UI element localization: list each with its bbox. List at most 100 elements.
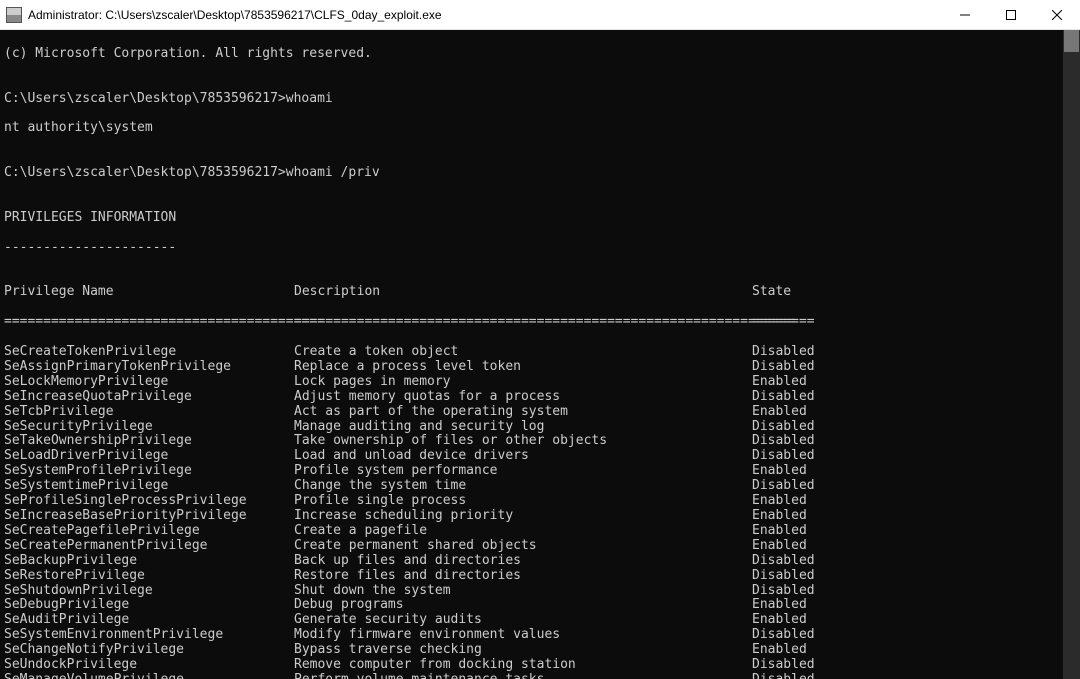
table-row: SeUndockPrivilegeRemove computer from do… bbox=[4, 658, 1059, 673]
table-row: SeSystemtimePrivilegeChange the system t… bbox=[4, 479, 1059, 494]
priv-desc: Create permanent shared objects bbox=[294, 539, 752, 554]
table-header: Privilege NameDescriptionState bbox=[4, 285, 1059, 300]
priv-desc: Load and unload device drivers bbox=[294, 449, 752, 464]
priv-desc: Back up files and directories bbox=[294, 554, 752, 569]
window-controls bbox=[942, 0, 1080, 29]
priv-state: Disabled bbox=[752, 449, 815, 464]
col-header-state: State bbox=[752, 285, 791, 300]
table-row: SeShutdownPrivilegeShut down the systemD… bbox=[4, 584, 1059, 599]
priv-desc: Restore files and directories bbox=[294, 569, 752, 584]
priv-state: Disabled bbox=[752, 390, 815, 405]
whoami-output: nt authority\system bbox=[4, 121, 1059, 136]
priv-desc: Remove computer from docking station bbox=[294, 658, 752, 673]
titlebar[interactable]: Administrator: C:\Users\zscaler\Desktop\… bbox=[0, 0, 1080, 30]
priv-state: Enabled bbox=[752, 524, 807, 539]
table-row: SeLockMemoryPrivilegeLock pages in memor… bbox=[4, 375, 1059, 390]
table-row: SeIncreaseBasePriorityPrivilegeIncrease … bbox=[4, 509, 1059, 524]
priv-name: SeChangeNotifyPrivilege bbox=[4, 643, 294, 658]
priv-state: Enabled bbox=[752, 613, 807, 628]
priv-desc: Take ownership of files or other objects bbox=[294, 434, 752, 449]
table-row: SeAssignPrimaryTokenPrivilegeReplace a p… bbox=[4, 360, 1059, 375]
priv-name: SeCreatePagefilePrivilege bbox=[4, 524, 294, 539]
priv-name: SeUndockPrivilege bbox=[4, 658, 294, 673]
priv-name: SeIncreaseQuotaPrivilege bbox=[4, 390, 294, 405]
priv-name: SeAssignPrimaryTokenPrivilege bbox=[4, 360, 294, 375]
table-row: SeDebugPrivilegeDebug programsEnabled bbox=[4, 598, 1059, 613]
table-row: SeProfileSingleProcessPrivilegeProfile s… bbox=[4, 494, 1059, 509]
priv-state: Disabled bbox=[752, 554, 815, 569]
table-separator: ========================================… bbox=[4, 315, 1059, 330]
priv-desc: Profile single process bbox=[294, 494, 752, 509]
priv-name: SeIncreaseBasePriorityPrivilege bbox=[4, 509, 294, 524]
priv-info-header: PRIVILEGES INFORMATION bbox=[4, 211, 1059, 226]
copyright-line: (c) Microsoft Corporation. All rights re… bbox=[4, 47, 1059, 62]
priv-desc: Modify firmware environment values bbox=[294, 628, 752, 643]
table-row: SeSystemEnvironmentPrivilegeModify firmw… bbox=[4, 628, 1059, 643]
priv-state: Enabled bbox=[752, 598, 807, 613]
priv-desc: Profile system performance bbox=[294, 464, 752, 479]
priv-state: Disabled bbox=[752, 360, 815, 375]
priv-state: Enabled bbox=[752, 539, 807, 554]
priv-state: Disabled bbox=[752, 673, 815, 679]
table-row: SeRestorePrivilegeRestore files and dire… bbox=[4, 569, 1059, 584]
priv-name: SeLockMemoryPrivilege bbox=[4, 375, 294, 390]
priv-name: SeSecurityPrivilege bbox=[4, 420, 294, 435]
table-row: SeCreateTokenPrivilegeCreate a token obj… bbox=[4, 345, 1059, 360]
priv-state: Disabled bbox=[752, 434, 815, 449]
priv-desc: Increase scheduling priority bbox=[294, 509, 752, 524]
prompt-whoami: C:\Users\zscaler\Desktop\7853596217>whoa… bbox=[4, 92, 1059, 107]
table-row: SeLoadDriverPrivilegeLoad and unload dev… bbox=[4, 449, 1059, 464]
minimize-button[interactable] bbox=[942, 0, 988, 29]
priv-desc: Create a pagefile bbox=[294, 524, 752, 539]
app-icon bbox=[6, 7, 22, 23]
scrollbar-thumb[interactable] bbox=[1064, 30, 1079, 52]
priv-desc: Replace a process level token bbox=[294, 360, 752, 375]
scrollbar[interactable] bbox=[1063, 30, 1080, 679]
priv-state: Enabled bbox=[752, 494, 807, 509]
priv-name: SeBackupPrivilege bbox=[4, 554, 294, 569]
window-title: Administrator: C:\Users\zscaler\Desktop\… bbox=[28, 8, 942, 22]
priv-desc: Lock pages in memory bbox=[294, 375, 752, 390]
priv-name: SeAuditPrivilege bbox=[4, 613, 294, 628]
priv-name: SeSystemProfilePrivilege bbox=[4, 464, 294, 479]
table-row: SeSecurityPrivilegeManage auditing and s… bbox=[4, 420, 1059, 435]
close-button[interactable] bbox=[1034, 0, 1080, 29]
priv-desc: Generate security audits bbox=[294, 613, 752, 628]
maximize-button[interactable] bbox=[988, 0, 1034, 29]
priv-desc: Perform volume maintenance tasks bbox=[294, 673, 752, 679]
col-header-desc: Description bbox=[294, 285, 752, 300]
table-row: SeAuditPrivilegeGenerate security audits… bbox=[4, 613, 1059, 628]
priv-desc: Manage auditing and security log bbox=[294, 420, 752, 435]
table-row: SeManageVolumePrivilegePerform volume ma… bbox=[4, 673, 1059, 679]
priv-desc: Shut down the system bbox=[294, 584, 752, 599]
priv-desc: Adjust memory quotas for a process bbox=[294, 390, 752, 405]
priv-name: SeManageVolumePrivilege bbox=[4, 673, 294, 679]
priv-state: Enabled bbox=[752, 643, 807, 658]
priv-state: Disabled bbox=[752, 658, 815, 673]
priv-name: SeCreatePermanentPrivilege bbox=[4, 539, 294, 554]
col-header-name: Privilege Name bbox=[4, 285, 294, 300]
priv-state: Enabled bbox=[752, 375, 807, 390]
table-row: SeTcbPrivilegeAct as part of the operati… bbox=[4, 405, 1059, 420]
prompt-whoami-priv: C:\Users\zscaler\Desktop\7853596217>whoa… bbox=[4, 166, 1059, 181]
priv-name: SeProfileSingleProcessPrivilege bbox=[4, 494, 294, 509]
priv-desc: Act as part of the operating system bbox=[294, 405, 752, 420]
priv-name: SeShutdownPrivilege bbox=[4, 584, 294, 599]
priv-name: SeTakeOwnershipPrivilege bbox=[4, 434, 294, 449]
priv-name: SeSystemEnvironmentPrivilege bbox=[4, 628, 294, 643]
table-row: SeCreatePermanentPrivilegeCreate permane… bbox=[4, 539, 1059, 554]
priv-name: SeTcbPrivilege bbox=[4, 405, 294, 420]
priv-state: Enabled bbox=[752, 509, 807, 524]
terminal-area: (c) Microsoft Corporation. All rights re… bbox=[0, 30, 1080, 679]
priv-name: SeSystemtimePrivilege bbox=[4, 479, 294, 494]
priv-state: Disabled bbox=[752, 479, 815, 494]
priv-desc: Create a token object bbox=[294, 345, 752, 360]
priv-name: SeRestorePrivilege bbox=[4, 569, 294, 584]
priv-state: Disabled bbox=[752, 628, 815, 643]
priv-state: Disabled bbox=[752, 584, 815, 599]
terminal-output[interactable]: (c) Microsoft Corporation. All rights re… bbox=[0, 30, 1063, 679]
priv-desc: Change the system time bbox=[294, 479, 752, 494]
table-row: SeIncreaseQuotaPrivilegeAdjust memory qu… bbox=[4, 390, 1059, 405]
priv-state: Enabled bbox=[752, 464, 807, 479]
table-row: SeChangeNotifyPrivilegeBypass traverse c… bbox=[4, 643, 1059, 658]
